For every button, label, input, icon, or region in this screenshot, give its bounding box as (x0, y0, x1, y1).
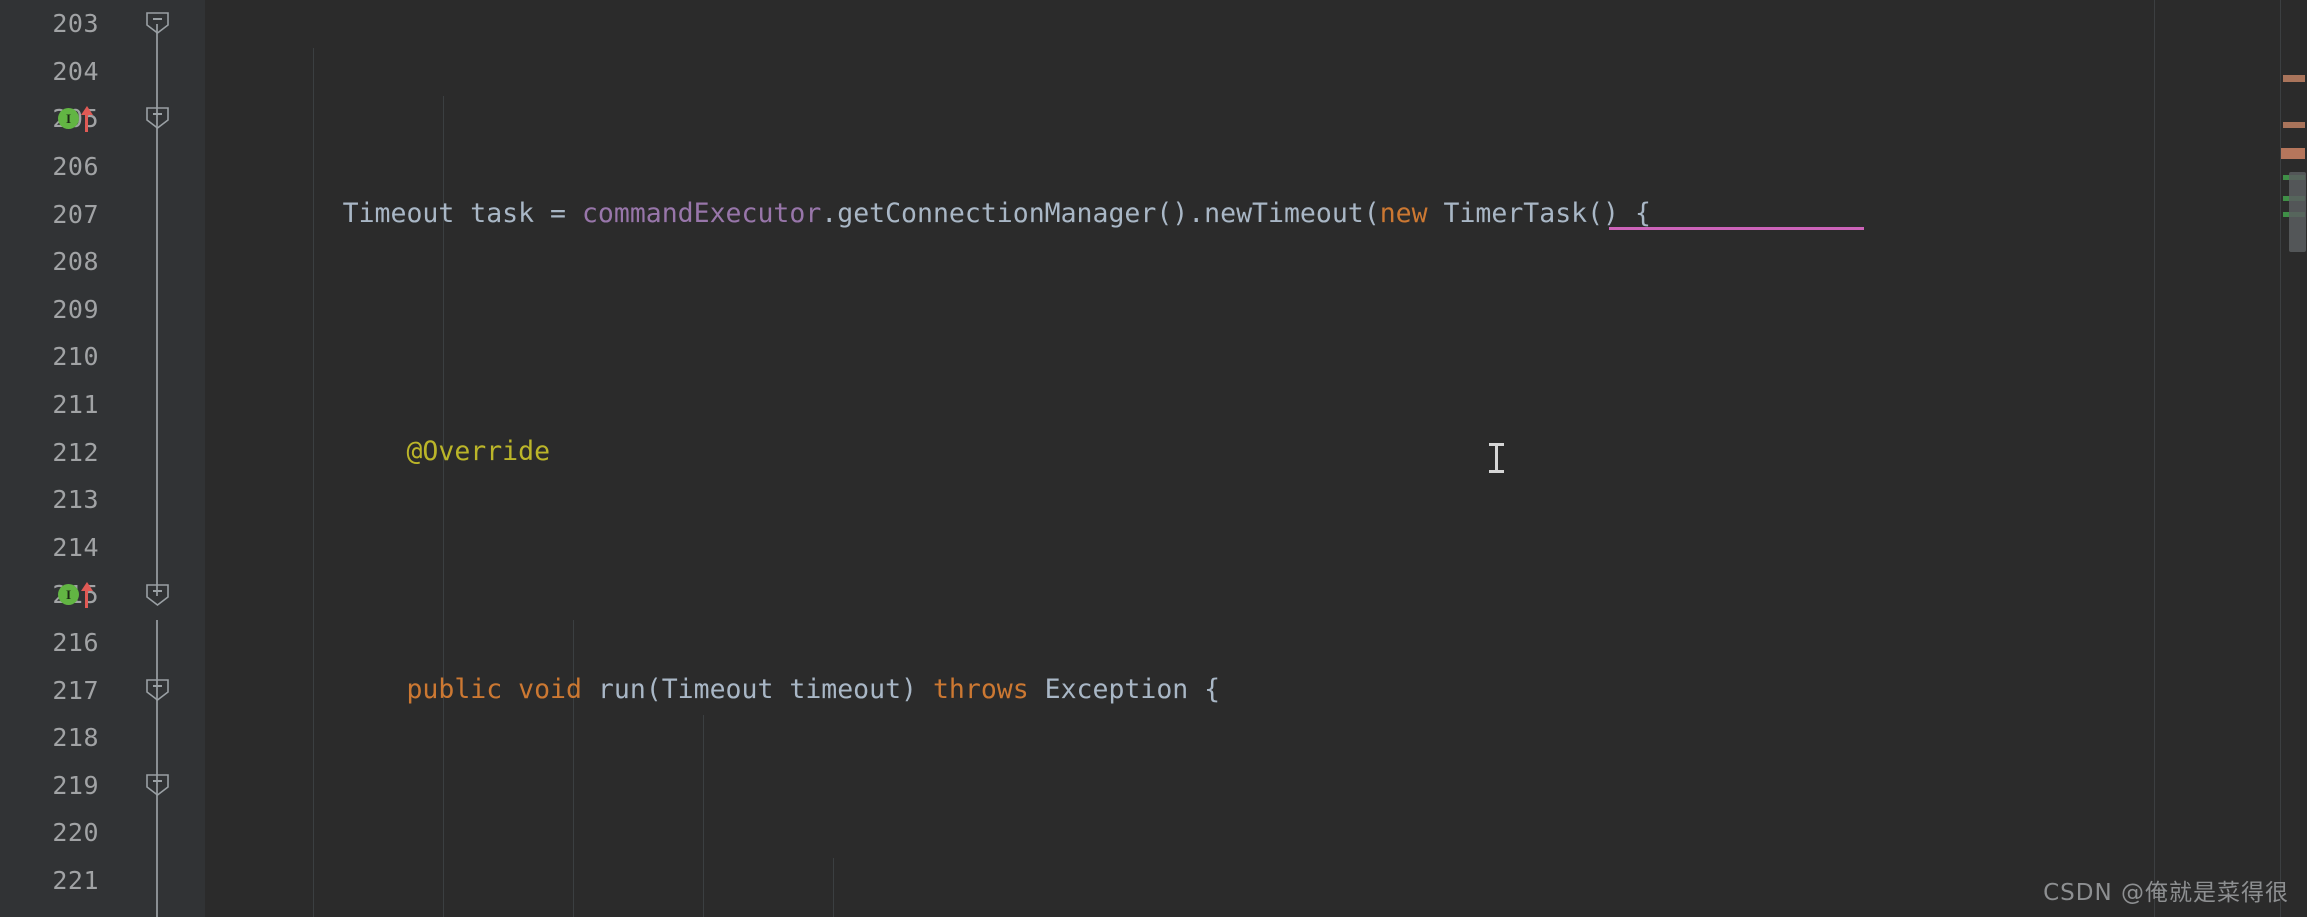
fold-rail (156, 620, 158, 720)
gutter-row: 221 (0, 857, 105, 905)
fold-collapse-icon[interactable] (145, 678, 170, 702)
fold-collapse-icon[interactable] (145, 11, 170, 35)
line-number: 203 (52, 9, 99, 39)
gutter-row: 205 I (0, 95, 105, 143)
stripe-warning-mark[interactable] (2281, 148, 2305, 159)
line-number: 218 (52, 723, 99, 753)
editor-gutter: 203 204 205 I 206 207 208 209 210 211 21… (0, 0, 105, 917)
gutter-row: 218 (0, 714, 105, 762)
gutter-row: 210 (0, 333, 105, 381)
code-content-area[interactable]: Timeout task = commandExecutor.getConnec… (205, 0, 2280, 917)
line-number: 206 (52, 152, 99, 182)
line-number: 221 (52, 865, 99, 895)
override-up-arrow-icon[interactable] (81, 105, 93, 132)
code-line[interactable]: public void run(Timeout timeout) throws … (205, 666, 2280, 714)
implementing-method-icon[interactable]: I (58, 108, 79, 130)
semantic-underline (1609, 227, 1864, 231)
text-cursor-pointer (1489, 443, 1504, 473)
vertical-scrollbar-thumb[interactable] (2289, 172, 2306, 252)
line-number: 214 (52, 532, 99, 562)
line-number: 211 (52, 390, 99, 420)
gutter-row: 215 I (0, 571, 105, 619)
code-line[interactable]: Timeout task = commandExecutor.getConnec… (205, 190, 2280, 238)
fold-rail (156, 810, 158, 917)
gutter-row: 214 (0, 524, 105, 572)
line-number: 216 (52, 628, 99, 658)
watermark-text: CSDN @俺就是菜得很 (2043, 880, 2289, 906)
gutter-row: 220 (0, 809, 105, 857)
gutter-row: 216 (0, 619, 105, 667)
gutter-marker-group[interactable]: I (58, 581, 93, 608)
gutter-row: 203 (0, 0, 105, 48)
gutter-row: 208 (0, 238, 105, 286)
implementing-method-icon[interactable]: I (58, 584, 79, 606)
line-number: 212 (52, 437, 99, 467)
line-number: 207 (52, 199, 99, 229)
gutter-row: 217 (0, 666, 105, 714)
gutter-row: 219 (0, 762, 105, 810)
gutter-row: 209 (0, 286, 105, 334)
line-number: 209 (52, 294, 99, 324)
gutter-row: 213 (0, 476, 105, 524)
fold-collapse-icon[interactable] (145, 583, 170, 607)
code-editor: 203 204 205 I 206 207 208 209 210 211 21… (0, 0, 2307, 917)
line-number: 220 (52, 818, 99, 848)
editor-right-separator (2154, 0, 2155, 917)
code-text[interactable]: Timeout task = commandExecutor.getConnec… (205, 0, 2280, 917)
stripe-warning-mark[interactable] (2283, 122, 2305, 128)
fold-rail (156, 715, 158, 815)
fold-rail (156, 96, 158, 596)
gutter-row: 211 (0, 381, 105, 429)
gutter-marker-group[interactable]: I (58, 105, 93, 132)
override-up-arrow-icon[interactable] (81, 581, 93, 608)
stripe-warning-mark[interactable] (2283, 75, 2305, 82)
gutter-row: 206 (0, 143, 105, 191)
line-number: 204 (52, 56, 99, 86)
code-line[interactable] (205, 904, 2280, 917)
error-stripe-and-scrollbar[interactable] (2280, 0, 2307, 917)
line-number: 213 (52, 485, 99, 515)
code-folding-column[interactable] (105, 0, 205, 917)
line-number: 217 (52, 675, 99, 705)
line-number: 208 (52, 247, 99, 277)
line-number: 210 (52, 342, 99, 372)
gutter-row: 204 (0, 48, 105, 96)
line-number: 219 (52, 770, 99, 800)
gutter-row: 212 (0, 428, 105, 476)
gutter-row: 207 (0, 190, 105, 238)
fold-collapse-icon[interactable] (145, 106, 170, 130)
code-line[interactable]: @Override (205, 428, 2280, 476)
fold-collapse-icon[interactable] (145, 773, 170, 797)
